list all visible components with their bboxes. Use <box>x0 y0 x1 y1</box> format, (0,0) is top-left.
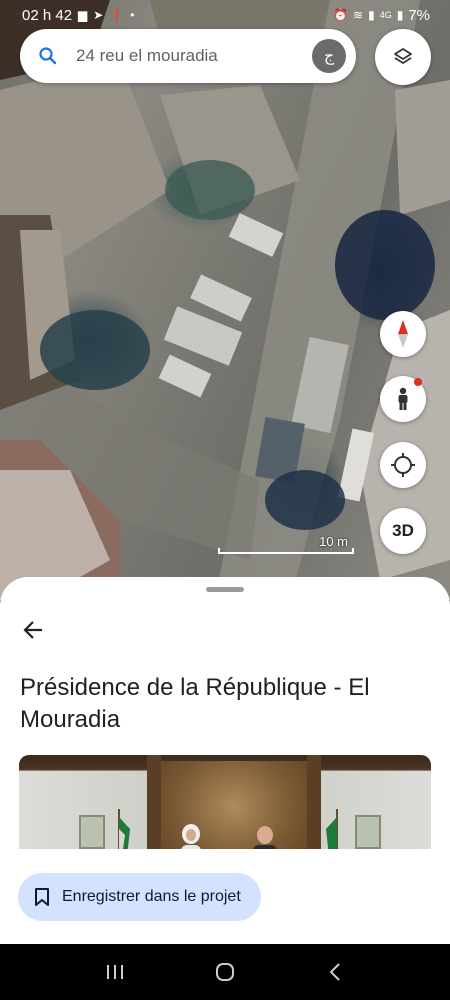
map-scale: 10 m <box>218 534 354 558</box>
system-navigation-bar <box>0 944 450 1000</box>
search-icon[interactable] <box>20 46 76 66</box>
alert-icon: ❗ <box>109 8 125 22</box>
crosshair-icon <box>391 453 415 477</box>
notification-dot <box>414 378 422 386</box>
arrow-left-icon <box>23 621 42 639</box>
pegman-icon <box>398 387 408 410</box>
home-icon <box>216 963 234 981</box>
layers-icon <box>394 48 412 64</box>
dot-icon: • <box>130 8 135 22</box>
bookmark-icon <box>35 888 49 906</box>
chevron-left-icon <box>329 963 340 981</box>
compass-button[interactable] <box>380 311 426 357</box>
status-bar: 02 h 42 ▆ ➤ ❗ • ⏰ ≋ ▮ 4G ▮ 7% <box>0 0 450 30</box>
back-button[interactable] <box>16 613 50 647</box>
place-title: Présidence de la République - El Mouradi… <box>20 674 370 733</box>
save-button-label: Enregistrer dans le projet <box>62 888 241 905</box>
compass-icon <box>398 320 408 348</box>
save-to-project-button[interactable]: Enregistrer dans le projet <box>18 873 261 921</box>
status-time: 02 h 42 <box>22 6 73 24</box>
street-view-button[interactable] <box>380 376 426 422</box>
signal-icon: ▮ <box>368 8 375 22</box>
wall-frame <box>355 815 381 849</box>
action-bar: Enregistrer dans le projet <box>0 849 450 944</box>
network-type: 4G <box>379 10 392 20</box>
map-imagery <box>0 0 450 600</box>
drag-handle[interactable] <box>206 587 244 592</box>
my-location-button[interactable] <box>380 442 426 488</box>
search-input[interactable]: 24 reu el mouradia <box>76 46 312 66</box>
back-nav-button[interactable] <box>305 944 365 1000</box>
wifi-icon: ≋ <box>353 8 364 22</box>
3d-toggle-button[interactable]: 3D <box>380 508 426 554</box>
account-avatar[interactable]: ج <box>312 39 346 73</box>
scale-bar <box>218 548 354 554</box>
wall-frame <box>79 815 105 849</box>
signal-icon-2: ▮ <box>396 8 404 22</box>
layers-button[interactable] <box>375 29 431 85</box>
home-button[interactable] <box>195 944 255 1000</box>
satellite-map[interactable] <box>0 0 450 600</box>
folder-icon: ▆ <box>78 8 88 22</box>
telegram-icon: ➤ <box>93 8 104 22</box>
search-bar[interactable]: 24 reu el mouradia ج <box>20 29 356 83</box>
scale-label: 10 m <box>319 534 348 549</box>
battery-level: 7% <box>408 6 430 24</box>
alarm-icon: ⏰ <box>333 8 349 22</box>
recent-apps-button[interactable] <box>85 944 145 1000</box>
recents-icon <box>107 965 123 979</box>
